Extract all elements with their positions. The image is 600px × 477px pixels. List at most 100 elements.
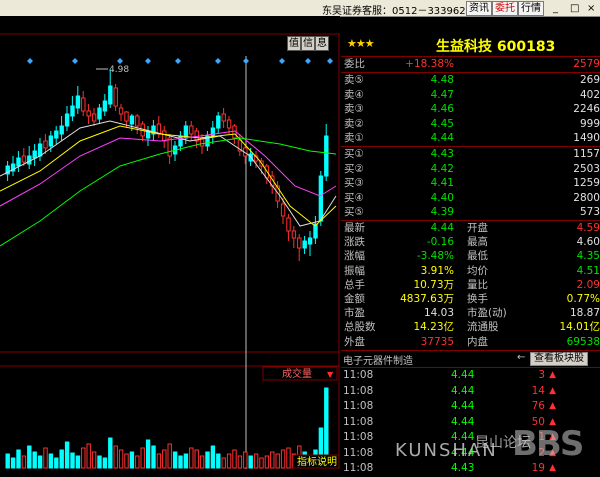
buy-row[interactable]: 买③ 4.41 1259 <box>341 176 600 191</box>
maximize-icon[interactable]: □ <box>570 3 579 14</box>
candle-body <box>189 125 194 135</box>
stat-label: 涨跌 <box>344 236 365 249</box>
trade-row[interactable]: 11:08 4.44 3 ▲ <box>341 368 600 384</box>
sell-label: 卖③ <box>344 103 364 116</box>
volume-bar <box>129 451 135 469</box>
tab-value[interactable]: 值 <box>287 36 301 51</box>
stat-label: 内盘 <box>467 335 488 348</box>
view-sector-stocks-button[interactable]: 查看板块股 <box>530 352 588 366</box>
volume-bar <box>194 449 199 469</box>
stat-label: 金额 <box>344 293 365 305</box>
buy-price: 4.43 <box>430 148 454 160</box>
candle-body <box>86 110 91 117</box>
sector-bar: 电子元器件制造 ← 查看板块股 <box>341 350 600 368</box>
trade-button[interactable]: 委托 <box>492 1 518 16</box>
trade-row[interactable]: 11:08 4.44 14 ▲ <box>341 384 600 400</box>
stat-label: 最高 <box>467 236 488 249</box>
candle-body <box>162 130 167 142</box>
stat-value: 37735 <box>420 335 454 348</box>
volume-bar <box>253 453 259 469</box>
volume-bar <box>124 453 129 469</box>
buy-label: 买① <box>344 148 364 160</box>
candle-body <box>59 125 64 135</box>
buy-volume: 1157 <box>573 148 600 160</box>
candle-body <box>70 105 75 117</box>
volume-bar <box>43 447 48 469</box>
top-toolbar: 东吴证券客服：0512－33396288 资讯 委托 行情 _ □ × <box>0 0 600 17</box>
buy-row[interactable]: 买① 4.43 1157 <box>341 147 600 162</box>
volume-bar <box>243 451 248 469</box>
sell-row[interactable]: 卖④ 4.47 402 <box>341 88 600 103</box>
candle-body <box>280 203 286 217</box>
volume-bar <box>151 445 156 469</box>
candle-body <box>124 111 129 122</box>
trade-price: 4.44 <box>451 400 475 412</box>
sell-row[interactable]: 卖② 4.45 999 <box>341 117 600 132</box>
stat-label: 振幅 <box>344 264 365 277</box>
minimize-icon[interactable]: _ <box>553 3 558 14</box>
stat-label: 开盘 <box>467 222 488 234</box>
candle-body <box>302 240 307 249</box>
candle-body <box>286 217 291 232</box>
buy-volume: 573 <box>579 206 600 219</box>
news-button[interactable]: 资讯 <box>466 1 492 16</box>
candle-body <box>167 137 172 157</box>
volume-bar <box>264 455 270 469</box>
volume-bar <box>286 447 291 469</box>
candle-body <box>318 175 324 222</box>
sell-row[interactable]: 卖① 4.44 1490 <box>341 131 600 146</box>
stat-value: 14.03 <box>423 307 454 320</box>
candle-body <box>118 107 124 115</box>
volume-bar <box>70 452 75 469</box>
trade-volume: 3 <box>538 369 545 381</box>
volume-bar <box>10 457 16 469</box>
volume-bar <box>21 455 27 469</box>
stat-value: -3.48% <box>416 250 454 263</box>
candle-body <box>113 87 118 107</box>
sell-price: 4.45 <box>430 117 454 130</box>
volume-bar <box>140 447 145 469</box>
rating-stars: ★★★ <box>347 37 375 50</box>
volume-bar <box>54 457 59 469</box>
volume-bar <box>86 443 91 469</box>
volume-bar <box>97 455 102 469</box>
trade-volume: 14 <box>531 384 545 397</box>
trade-row[interactable]: 11:08 4.44 76 ▲ <box>341 399 600 415</box>
volume-bar <box>237 455 243 469</box>
stat-row: 最新 4.44 开盘 4.59 <box>341 221 600 236</box>
sell-label: 卖④ <box>344 88 364 101</box>
tab-news[interactable]: 息 <box>315 36 329 51</box>
candle-body <box>226 119 232 129</box>
volume-bar <box>48 453 54 469</box>
sector-name[interactable]: 电子元器件制造 <box>343 352 413 367</box>
stat-label: 外盘 <box>344 335 365 348</box>
buy-row[interactable]: 买④ 4.40 2800 <box>341 191 600 206</box>
stat-value: 2.09 <box>576 278 600 291</box>
buy-label: 买② <box>344 162 364 175</box>
buy-row[interactable]: 买⑤ 4.39 573 <box>341 205 600 220</box>
up-arrow-icon: ▲ <box>549 385 556 396</box>
sector-arrow-icon[interactable]: ← <box>517 352 525 363</box>
sell-volume: 269 <box>579 74 600 86</box>
candle-body <box>97 107 102 120</box>
tab-info[interactable]: 信 <box>301 36 315 51</box>
sell-row[interactable]: 卖③ 4.46 2246 <box>341 102 600 117</box>
stat-label: 总股数 <box>344 321 376 334</box>
close-icon[interactable]: × <box>587 3 595 14</box>
kline-chart[interactable]: 4.98 成交量 ▼ 指标说明 <box>0 16 340 469</box>
indicator-button-label: 指标说明 <box>297 455 337 468</box>
market-button[interactable]: 行情 <box>518 1 544 16</box>
buy-row[interactable]: 买② 4.42 2503 <box>341 162 600 177</box>
volume-bar <box>183 453 189 469</box>
volume-bar <box>27 445 32 469</box>
volume-bar <box>64 441 70 469</box>
sell-row[interactable]: 卖⑤ 4.48 269 <box>341 73 600 88</box>
sell-price: 4.46 <box>430 103 454 116</box>
volume-bar <box>59 449 64 469</box>
stat-value: 4.60 <box>576 236 600 249</box>
volume-bar <box>226 453 232 469</box>
stat-label: 市盈(动) <box>467 307 507 320</box>
trade-price: 4.44 <box>451 369 475 381</box>
sell-label: 卖⑤ <box>344 74 364 86</box>
volume-dropdown-icon: ▼ <box>327 370 334 379</box>
